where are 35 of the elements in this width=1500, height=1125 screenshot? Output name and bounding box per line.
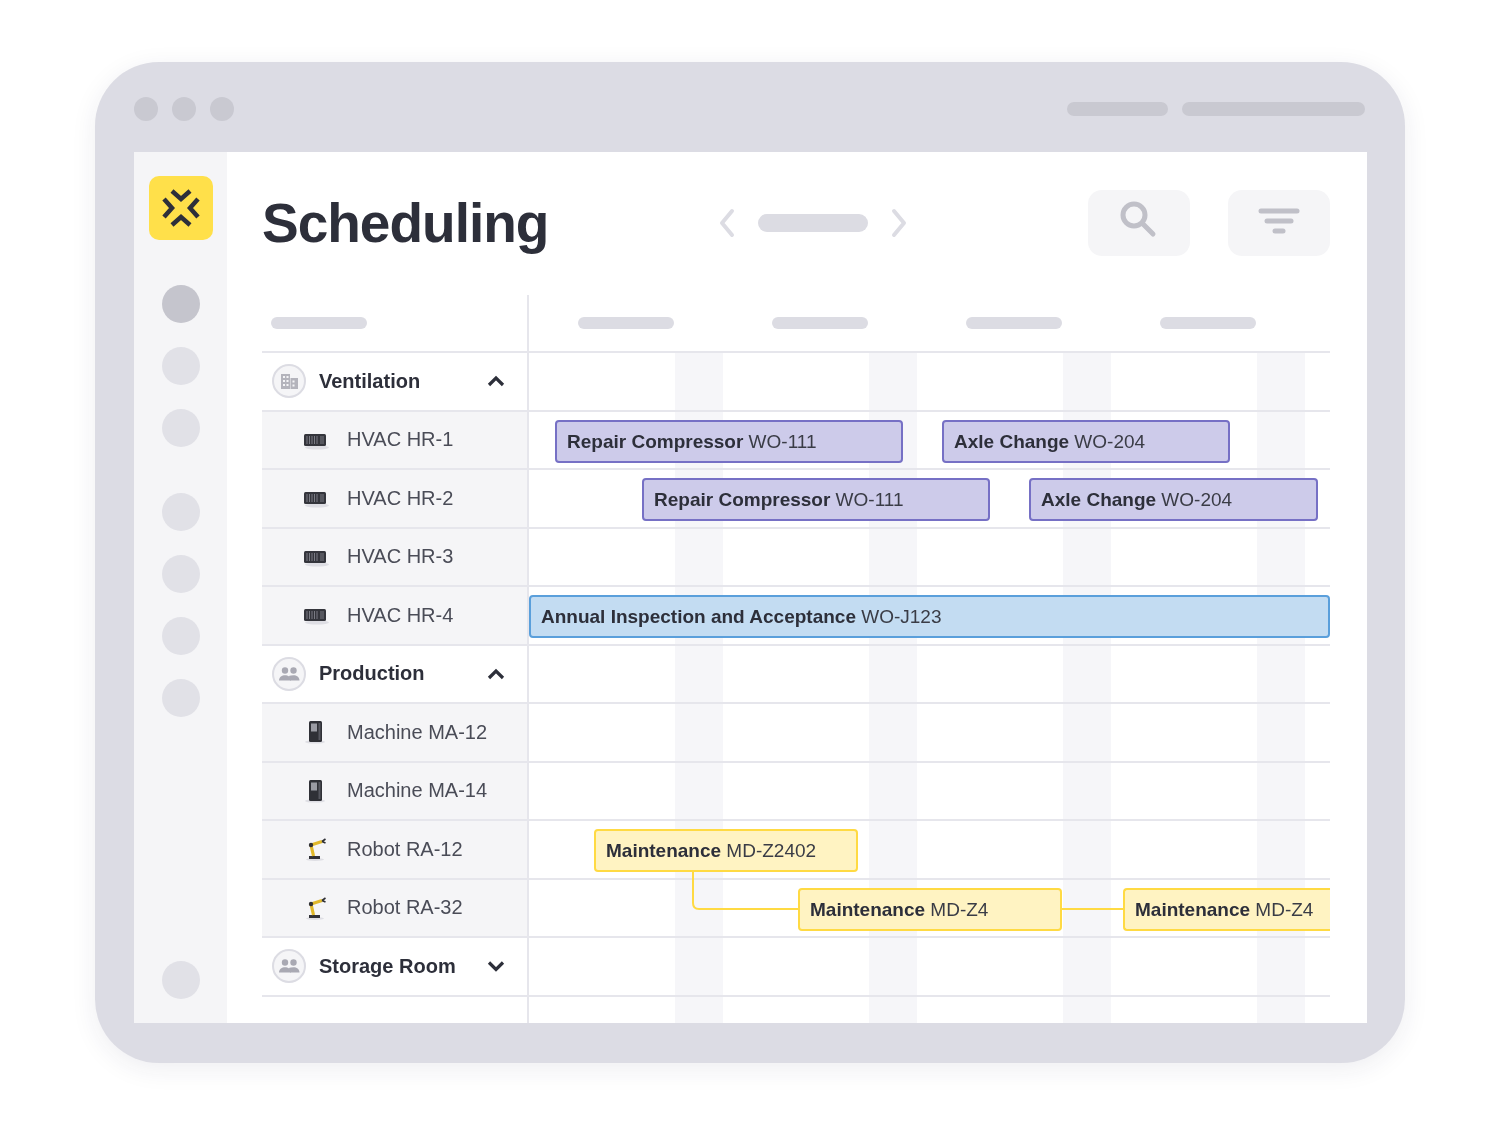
task-bar[interactable]: Repair Compressor WO-111	[642, 478, 990, 521]
task-bar[interactable]: Annual Inspection and Acceptance WO-J123	[529, 595, 1330, 638]
task-bar[interactable]: Maintenance MD-Z4	[1123, 887, 1330, 931]
resource-label: Robot RA-32	[347, 896, 463, 920]
resource-label: Machine MA-14	[347, 779, 488, 803]
resource-label: HVAC HR-4	[347, 603, 454, 627]
task-bar[interactable]: Axle Change WO-204	[942, 419, 1230, 463]
group-label: Storage Room	[319, 954, 456, 978]
resource-label: Machine MA-12	[347, 720, 488, 744]
filter-icon	[1258, 207, 1300, 236]
filter-button[interactable]	[1228, 190, 1330, 256]
people-icon	[272, 949, 306, 984]
task-bar[interactable]: Axle Change WO-204	[1029, 478, 1318, 521]
search-button[interactable]	[1088, 190, 1190, 256]
resource-label: HVAC HR-1	[347, 428, 454, 452]
chevron-right-icon[interactable]	[890, 208, 908, 238]
chevron-up-icon[interactable]	[486, 666, 506, 681]
task-bar[interactable]: Repair Compressor WO-111	[555, 419, 903, 463]
app-logo-icon[interactable]	[148, 176, 213, 240]
group-label: Production	[319, 662, 425, 686]
chevron-left-icon[interactable]	[718, 208, 736, 238]
resource-label: HVAC HR-3	[347, 545, 454, 569]
people-icon	[272, 656, 306, 691]
nav-circle-icon[interactable]	[161, 285, 200, 323]
resource-label: HVAC HR-2	[347, 486, 454, 510]
robot-arm-icon	[303, 895, 329, 920]
task-bar[interactable]: Maintenance MD-Z4	[798, 887, 1062, 931]
chevron-down-icon[interactable]	[486, 959, 506, 974]
task-bar[interactable]: Maintenance MD-Z2402	[594, 829, 858, 872]
resource-label: Robot RA-12	[347, 837, 463, 861]
group-label: Ventilation	[319, 369, 421, 393]
building-icon	[272, 364, 306, 399]
robot-arm-icon	[303, 837, 329, 862]
page-title: Scheduling	[262, 191, 550, 256]
chevron-up-icon[interactable]	[486, 374, 506, 389]
